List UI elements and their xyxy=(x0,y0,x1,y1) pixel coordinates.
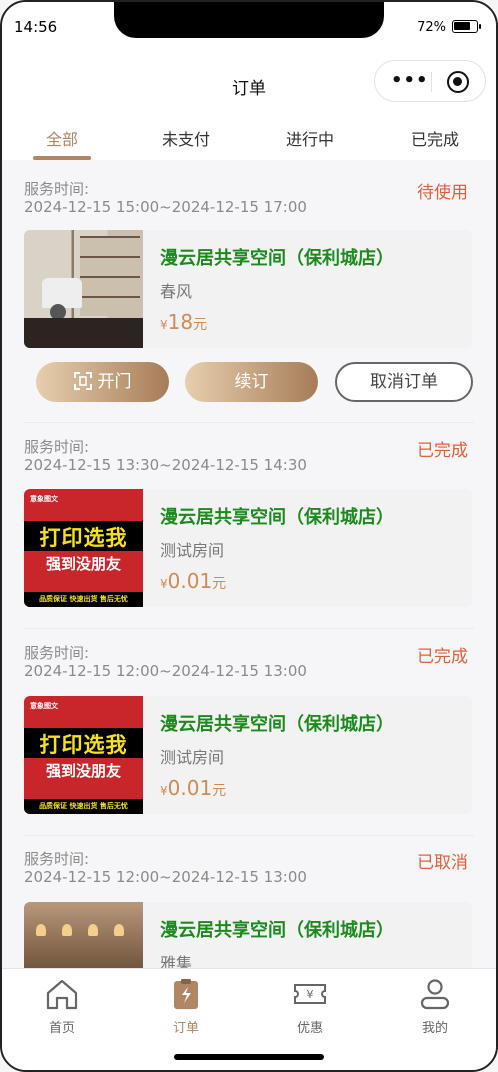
tab-completed[interactable]: 已完成 xyxy=(395,126,475,150)
tabbar-item-home[interactable]: 首页 xyxy=(22,977,102,1036)
phone-screen: 14:56 72% 订单 ••• 全部 未支付 进行中 已完成 服务时间: 20… xyxy=(0,0,498,1072)
room-name: 测试房间 xyxy=(160,748,225,767)
service-time-range: 2024-12-15 15:00~2024-12-15 17:00 xyxy=(24,198,307,216)
order-status: 待使用 xyxy=(417,183,468,203)
more-menu-icon[interactable]: ••• xyxy=(391,70,429,91)
tabbar-item-orders[interactable]: 订单 xyxy=(146,977,226,1036)
tabbar-label: 优惠 xyxy=(296,1021,323,1036)
open-door-label: 开门 xyxy=(97,372,132,392)
tab-in-progress[interactable]: 进行中 xyxy=(270,126,350,150)
close-miniprogram-icon[interactable] xyxy=(447,71,469,93)
store-name: 漫云居共享空间（保利城店） xyxy=(160,920,394,941)
tabbar-label: 首页 xyxy=(48,1021,75,1036)
service-time-label: 服务时间: xyxy=(24,850,90,868)
service-time-range: 2024-12-15 12:00~2024-12-15 13:00 xyxy=(24,662,307,680)
profile-icon xyxy=(418,977,452,1011)
tabbar-label: 我的 xyxy=(421,1021,448,1036)
order-status: 已完成 xyxy=(417,441,468,461)
order-status: 已完成 xyxy=(417,647,468,667)
room-name: 春风 xyxy=(160,282,193,301)
status-bar: 14:56 72% xyxy=(2,2,496,52)
order-card[interactable]: 漫云居共享空间（保利城店） 春风 ¥18元 xyxy=(24,230,472,348)
service-time-label: 服务时间: xyxy=(24,438,90,456)
order-card[interactable]: 意象图文 打印选我 强到没朋友 品质保证 快速出货 售后无忧 漫云居共享空间（保… xyxy=(24,489,472,607)
service-time-label: 服务时间: xyxy=(24,180,90,198)
renew-button[interactable]: 续订 xyxy=(185,362,318,402)
notch xyxy=(114,2,384,38)
room-name: 雅集 xyxy=(160,954,193,968)
service-time-range: 2024-12-15 13:30~2024-12-15 14:30 xyxy=(24,456,307,474)
battery-percent: 72% xyxy=(417,20,446,35)
order-card[interactable]: 漫云居共享空间（保利城店） 雅集 xyxy=(24,902,472,968)
svg-text:¥: ¥ xyxy=(307,988,314,1001)
service-time-range: 2024-12-15 12:00~2024-12-15 13:00 xyxy=(24,868,307,886)
coupon-icon: ¥ xyxy=(293,977,327,1011)
open-door-button[interactable]: 开门 xyxy=(36,362,169,402)
mini-program-capsule: ••• xyxy=(374,60,486,102)
cancel-order-button[interactable]: 取消订单 xyxy=(335,362,473,402)
room-name: 测试房间 xyxy=(160,541,225,560)
service-time-label: 服务时间: xyxy=(24,644,90,662)
battery-icon xyxy=(452,20,481,33)
status-time: 14:56 xyxy=(14,18,58,36)
tabbar-label: 订单 xyxy=(172,1021,199,1036)
store-name: 漫云居共享空间（保利城店） xyxy=(160,248,394,269)
order-status: 已取消 xyxy=(417,853,468,873)
order-divider xyxy=(24,422,474,423)
order-card[interactable]: 意象图文 打印选我 强到没朋友 品质保证 快速出货 售后无忧 漫云居共享空间（保… xyxy=(24,696,472,814)
room-thumbnail: 意象图文 打印选我 强到没朋友 品质保证 快速出货 售后无忧 xyxy=(24,696,143,814)
nav-bar: 订单 ••• xyxy=(2,52,496,114)
tab-all[interactable]: 全部 xyxy=(22,126,102,150)
order-divider xyxy=(24,628,474,629)
room-thumbnail xyxy=(24,902,143,968)
order-list[interactable]: 服务时间: 2024-12-15 15:00~2024-12-15 17:00 … xyxy=(2,160,496,968)
tab-unpaid[interactable]: 未支付 xyxy=(146,126,226,150)
home-icon xyxy=(45,977,79,1011)
home-indicator xyxy=(174,1054,324,1060)
store-name: 漫云居共享空间（保利城店） xyxy=(160,507,394,528)
scan-door-icon xyxy=(73,365,92,390)
store-name: 漫云居共享空间（保利城店） xyxy=(160,714,394,735)
order-tabs: 全部 未支付 进行中 已完成 xyxy=(2,114,496,160)
tabbar-item-profile[interactable]: 我的 xyxy=(395,977,475,1036)
price: ¥18元 xyxy=(160,310,208,334)
price: ¥0.01元 xyxy=(160,776,227,800)
room-thumbnail xyxy=(24,230,143,348)
tabbar-item-discounts[interactable]: ¥ 优惠 xyxy=(270,977,350,1036)
order-divider xyxy=(24,835,474,836)
price: ¥0.01元 xyxy=(160,569,227,593)
order-icon xyxy=(169,977,203,1011)
room-thumbnail: 意象图文 打印选我 强到没朋友 品质保证 快速出货 售后无忧 xyxy=(24,489,143,607)
